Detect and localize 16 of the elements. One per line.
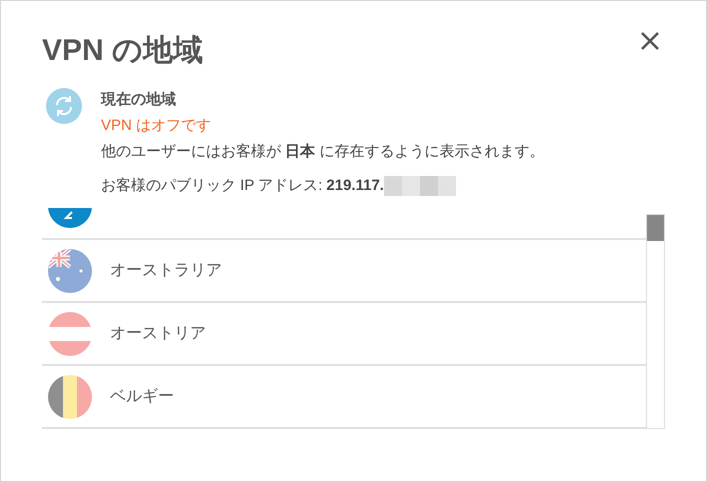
scrollbar-thumb[interactable] bbox=[647, 215, 664, 241]
location-message: 他のユーザーにはお客様が 日本 に存在するように表示されます。 bbox=[101, 142, 544, 162]
australia-flag-icon bbox=[48, 248, 92, 292]
region-list-item[interactable]: オーストラリア bbox=[42, 240, 646, 303]
refresh-icon bbox=[46, 88, 82, 124]
region-list-item[interactable]: ベルギー bbox=[42, 366, 646, 429]
region-list-item[interactable]: オーストリア bbox=[42, 303, 646, 366]
austria-flag-icon bbox=[48, 312, 92, 356]
dialog-title: VPN の地域 bbox=[42, 33, 204, 69]
ip-address: 219.117. bbox=[326, 176, 384, 196]
belgium-flag-icon bbox=[48, 374, 92, 418]
redaction-blur-icon bbox=[384, 176, 456, 196]
section-heading: 現在の地域 bbox=[101, 90, 177, 110]
scrollbar-track[interactable] bbox=[646, 214, 665, 429]
ip-label: お客様のパブリック IP アドレス: bbox=[101, 176, 322, 196]
vpn-status: VPN はオフです bbox=[101, 116, 212, 136]
